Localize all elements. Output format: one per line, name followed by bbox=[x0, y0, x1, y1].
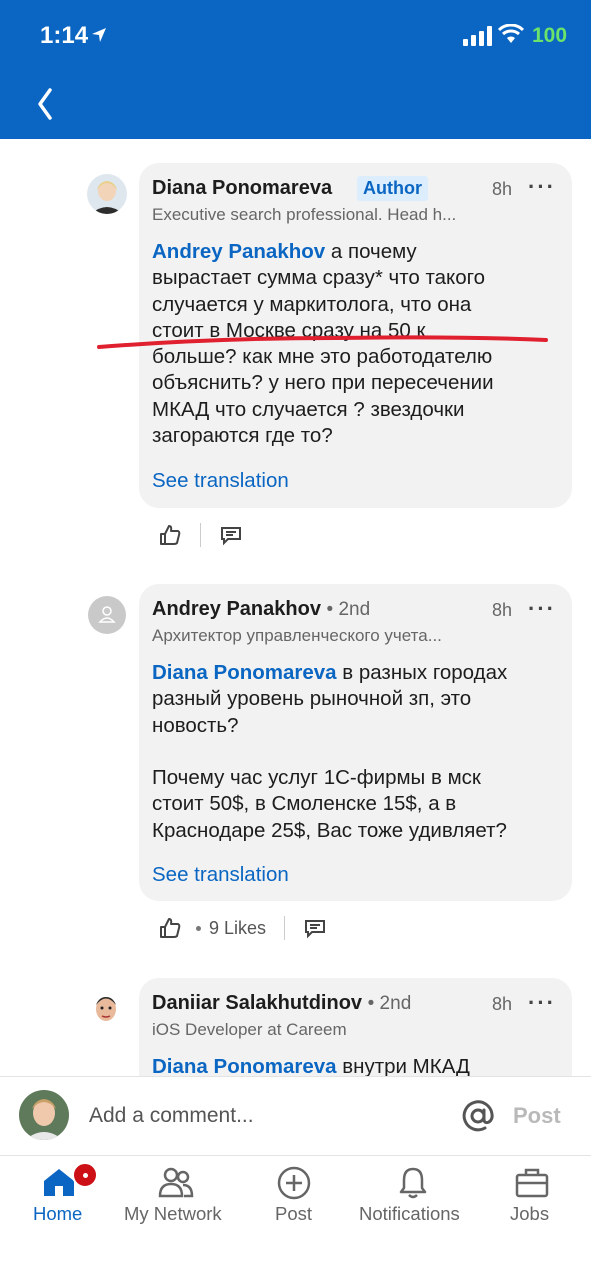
commenter-headline: Архитектор управленческого учета... bbox=[152, 626, 442, 645]
commenter-headline: Executive search professional. Head h... bbox=[152, 205, 457, 224]
comment-time: 8h bbox=[492, 600, 513, 620]
dot-separator bbox=[196, 925, 201, 931]
commenter-name[interactable]: Daniiar Salakhutdinov • 2nd bbox=[152, 992, 411, 1015]
post-comment-button[interactable]: Post bbox=[513, 1103, 561, 1129]
plus-icon bbox=[277, 1166, 311, 1200]
comment-actions: 9 Likes bbox=[158, 913, 327, 943]
tab-label: Home bbox=[33, 1203, 83, 1224]
back-chevron-icon[interactable] bbox=[30, 82, 60, 126]
wifi-icon bbox=[498, 24, 524, 43]
tab-home[interactable]: Home bbox=[0, 1156, 118, 1236]
commenter-name[interactable]: Andrey Panakhov • 2nd bbox=[152, 598, 370, 621]
avatar[interactable] bbox=[88, 596, 126, 634]
mention-at-icon[interactable] bbox=[460, 1098, 496, 1134]
top-header: 1:14 100 bbox=[0, 0, 591, 139]
comment-time: 8h bbox=[492, 179, 513, 199]
comment-text-first-line: а почему bbox=[325, 240, 417, 263]
comment-text-first-line: внутри МКАД bbox=[336, 1055, 470, 1078]
tab-label: My Network bbox=[124, 1203, 222, 1224]
tab-jobs[interactable]: Jobs bbox=[474, 1156, 591, 1236]
add-comment-bar: Add a comment... Post bbox=[0, 1076, 591, 1156]
battery-level: 100 bbox=[532, 24, 568, 47]
action-separator bbox=[284, 916, 286, 940]
like-icon[interactable] bbox=[158, 523, 182, 547]
notification-badge bbox=[72, 1162, 98, 1188]
likes-count[interactable]: 9 Likes bbox=[209, 918, 266, 939]
tab-my-network[interactable]: My Network bbox=[118, 1156, 236, 1236]
reply-icon[interactable] bbox=[219, 523, 243, 547]
connection-degree: • 2nd bbox=[367, 993, 412, 1014]
comment-text-first-line: в разных городах bbox=[336, 661, 508, 684]
mention-link[interactable]: Diana Ponomareva bbox=[152, 661, 337, 684]
comment-text-body: вырастает сумма сразу* что такого случае… bbox=[152, 266, 494, 448]
commenter-headline: iOS Developer at Careem bbox=[152, 1020, 347, 1039]
action-separator bbox=[200, 523, 201, 547]
mention-link[interactable]: Diana Ponomareva bbox=[152, 1055, 337, 1078]
user-photo-icon bbox=[96, 997, 116, 1021]
reply-icon[interactable] bbox=[303, 916, 327, 940]
location-arrow-icon bbox=[92, 28, 106, 42]
tab-label: Jobs bbox=[510, 1203, 550, 1224]
briefcase-icon bbox=[515, 1168, 549, 1198]
bottom-tab-bar: Home My Network Post Notifications Jobs bbox=[0, 1156, 591, 1280]
avatar[interactable] bbox=[87, 990, 125, 1028]
mention-link[interactable]: Andrey Panakhov bbox=[152, 240, 325, 263]
home-icon bbox=[44, 1169, 74, 1196]
comment-text: Diana Ponomareva в разных городах разный… bbox=[152, 660, 552, 844]
comment-time: 8h bbox=[492, 994, 513, 1014]
signal-icon bbox=[463, 26, 492, 46]
comment-actions bbox=[158, 520, 243, 550]
like-icon[interactable] bbox=[158, 916, 182, 940]
my-avatar bbox=[19, 1090, 69, 1140]
bell-icon bbox=[399, 1167, 427, 1199]
commenter-name-text: Daniiar Salakhutdinov bbox=[152, 992, 363, 1014]
network-icon bbox=[158, 1167, 194, 1198]
more-options-icon[interactable]: ··· bbox=[528, 596, 556, 622]
see-translation-link[interactable]: See translation bbox=[152, 863, 289, 887]
commenter-name-text: Andrey Panakhov bbox=[152, 598, 321, 620]
more-options-icon[interactable]: ··· bbox=[528, 174, 556, 200]
tab-notifications[interactable]: Notifications bbox=[354, 1156, 474, 1236]
connection-degree: • 2nd bbox=[326, 599, 371, 620]
status-time: 1:14 bbox=[40, 22, 89, 49]
comment-text-body: разный уровень рыночной зп, это новость?… bbox=[152, 687, 507, 842]
see-translation-link[interactable]: See translation bbox=[152, 469, 289, 493]
commenter-name[interactable]: Diana Ponomareva bbox=[152, 177, 332, 200]
tab-label: Post bbox=[275, 1203, 313, 1224]
comment-input[interactable]: Add a comment... bbox=[89, 1104, 254, 1128]
user-photo-icon bbox=[87, 174, 127, 214]
tab-post[interactable]: Post bbox=[236, 1156, 354, 1236]
author-badge: Author bbox=[357, 176, 428, 201]
red-annotation-stroke bbox=[97, 335, 548, 349]
tab-label: Notifications bbox=[359, 1203, 460, 1224]
avatar[interactable] bbox=[87, 174, 127, 214]
user-photo-icon bbox=[19, 1090, 69, 1140]
default-person-icon bbox=[98, 606, 116, 623]
more-options-icon[interactable]: ··· bbox=[528, 990, 556, 1016]
